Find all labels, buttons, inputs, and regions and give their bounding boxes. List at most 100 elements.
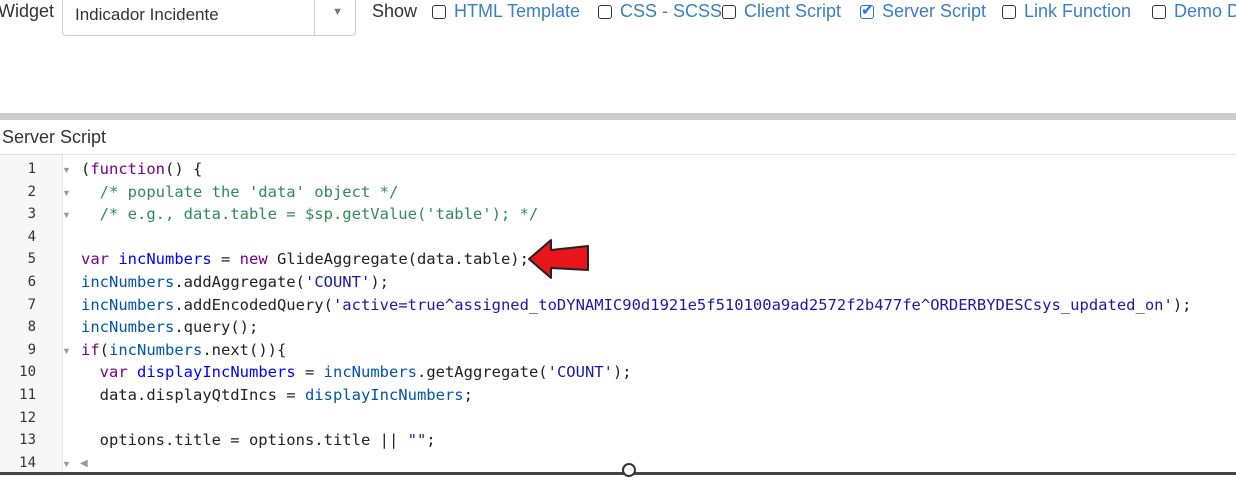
fold-toggle-icon[interactable]: ▼ — [62, 346, 71, 356]
code-token: .getAggregate( — [416, 363, 548, 382]
fold-toggle-icon[interactable]: ▼ — [62, 165, 71, 175]
code-line[interactable]: incNumbers.addEncodedQuery('active=true^… — [81, 296, 1192, 314]
code-line[interactable]: if(incNumbers.next()){ — [81, 341, 286, 359]
show-option-demo-d[interactable]: Demo D — [1152, 1, 1236, 22]
code-token: 'COUNT' — [547, 363, 613, 382]
checkbox-label[interactable]: Client Script — [744, 1, 841, 22]
code-token: ; — [426, 431, 436, 450]
line-number: 9 — [27, 341, 36, 358]
code-token: new — [239, 250, 268, 269]
widget-select-value: Indicador Incidente — [75, 5, 219, 24]
checkbox-label[interactable]: Demo D — [1174, 1, 1236, 22]
widget-label: Widget — [0, 1, 55, 21]
checkbox-label[interactable]: CSS - SCSS — [620, 1, 722, 22]
code-token: .addEncodedQuery( — [174, 295, 333, 314]
checkbox[interactable] — [432, 4, 446, 19]
line-number: 3 — [27, 206, 36, 223]
code-token: function — [90, 160, 165, 178]
code-line[interactable]: incNumbers.addAggregate('COUNT'); — [81, 273, 389, 291]
line-number: 11 — [19, 387, 36, 403]
line-number: 2 — [27, 183, 36, 200]
chevron-down-icon[interactable]: ▼ — [332, 6, 343, 18]
fold-toggle-icon[interactable]: ▼ — [62, 188, 71, 198]
line-number: 12 — [19, 409, 36, 426]
code-editor[interactable]: 1 2 3 4 5 6 7 8 9 10 11 12 13 14 ▼ (function() {▼ /* p… — [0, 154, 1236, 476]
show-option-client-script[interactable]: Client Script — [722, 1, 841, 22]
show-option-server-script[interactable]: Server Script — [860, 1, 986, 22]
checkbox-label[interactable]: Link Function — [1024, 1, 1131, 22]
pane-divider[interactable] — [0, 113, 1236, 120]
code-token: .next()){ — [202, 340, 287, 359]
code-line[interactable]: options.title = options.title || ""; — [81, 431, 436, 449]
code-token: /* populate the 'data' object */ — [81, 182, 399, 201]
code-line[interactable]: data.displayQtdIncs = displayIncNumbers; — [81, 386, 473, 404]
code-token: GlideAggregate(data.table); — [267, 250, 529, 269]
code-token: ( — [81, 160, 91, 178]
code-token: 'active=true^assigned_toDYNAMIC90d1921e5… — [332, 295, 1173, 314]
line-number: 13 — [19, 432, 36, 449]
code-token: data.displayQtdIncs = — [81, 386, 305, 404]
code-token: var — [99, 363, 128, 382]
code-token: displayIncNumbers — [137, 363, 296, 382]
line-number: 14 — [19, 454, 36, 471]
code-token: ); — [1172, 295, 1192, 314]
code-line[interactable]: /* e.g., data.table = $sp.getValue('tabl… — [81, 205, 539, 224]
line-number: 1 — [27, 161, 36, 177]
section-title: Server Script — [2, 127, 107, 147]
line-number: 5 — [27, 251, 36, 268]
line-number: 6 — [27, 274, 36, 290]
code-line[interactable]: var displayIncNumbers = incNumbers.getAg… — [81, 363, 632, 381]
show-option-css-scss[interactable]: CSS - SCSS — [598, 1, 722, 22]
show-label: Show — [372, 1, 418, 21]
code-token: .query(); — [174, 318, 259, 337]
line-number-gutter: 1 2 3 4 5 6 7 8 9 10 11 12 13 14 — [0, 155, 63, 476]
show-option-link-function[interactable]: Link Function — [1002, 1, 1131, 22]
code-token: .addAggregate( — [174, 273, 305, 291]
line-number: 4 — [27, 228, 36, 245]
code-token: ); — [612, 363, 632, 382]
code-token: incNumbers — [109, 340, 203, 359]
code-token: = — [211, 250, 240, 269]
code-token: incNumbers — [118, 250, 212, 269]
fold-toggle-icon[interactable]: ▼ — [62, 459, 71, 469]
code-token: ( — [99, 340, 110, 359]
widget-select[interactable]: Indicador Incidente ▼ — [62, 0, 356, 36]
line-number: 8 — [27, 319, 36, 336]
checkbox[interactable] — [1002, 4, 1016, 19]
code-token: ); — [370, 273, 389, 291]
select-separator — [314, 0, 315, 35]
line-number: 7 — [27, 296, 36, 313]
code-token: 'COUNT' — [304, 273, 371, 291]
code-line[interactable]: (function() { — [81, 160, 202, 178]
checkbox[interactable] — [860, 1, 874, 19]
code-line[interactable]: incNumbers.query(); — [81, 318, 258, 336]
code-line[interactable]: /* populate the 'data' object */ — [81, 182, 399, 201]
code-token: ; — [463, 386, 473, 404]
code-token: incNumbers — [81, 273, 175, 291]
show-option-html-template[interactable]: HTML Template — [432, 1, 580, 22]
code-token: incNumbers — [81, 295, 175, 314]
code-token: "" — [407, 431, 427, 450]
code-token: if — [81, 340, 100, 359]
code-token: /* e.g., data.table = $sp.getValue('tabl… — [81, 205, 539, 224]
checkbox-label[interactable]: HTML Template — [454, 1, 580, 22]
code-token: () { — [165, 160, 203, 178]
code-line[interactable]: var incNumbers = new GlideAggregate(data… — [81, 250, 529, 268]
checkbox[interactable] — [598, 4, 612, 19]
code-token: options.title = options.title || — [81, 431, 408, 450]
code-token: displayIncNumbers — [304, 386, 464, 404]
code-token: incNumbers — [81, 318, 175, 337]
code-token: incNumbers — [323, 363, 417, 382]
code-token: var — [81, 250, 109, 269]
scroll-left-icon[interactable]: ◀ — [80, 458, 88, 469]
red-arrow-annotation-icon — [528, 239, 589, 279]
fold-toggle-icon[interactable]: ▼ — [62, 210, 71, 220]
line-number: 10 — [19, 364, 36, 381]
code-token: = — [295, 363, 324, 382]
checkbox[interactable] — [1152, 4, 1166, 19]
checkbox[interactable] — [722, 4, 736, 19]
checkbox-label[interactable]: Server Script — [882, 1, 986, 22]
